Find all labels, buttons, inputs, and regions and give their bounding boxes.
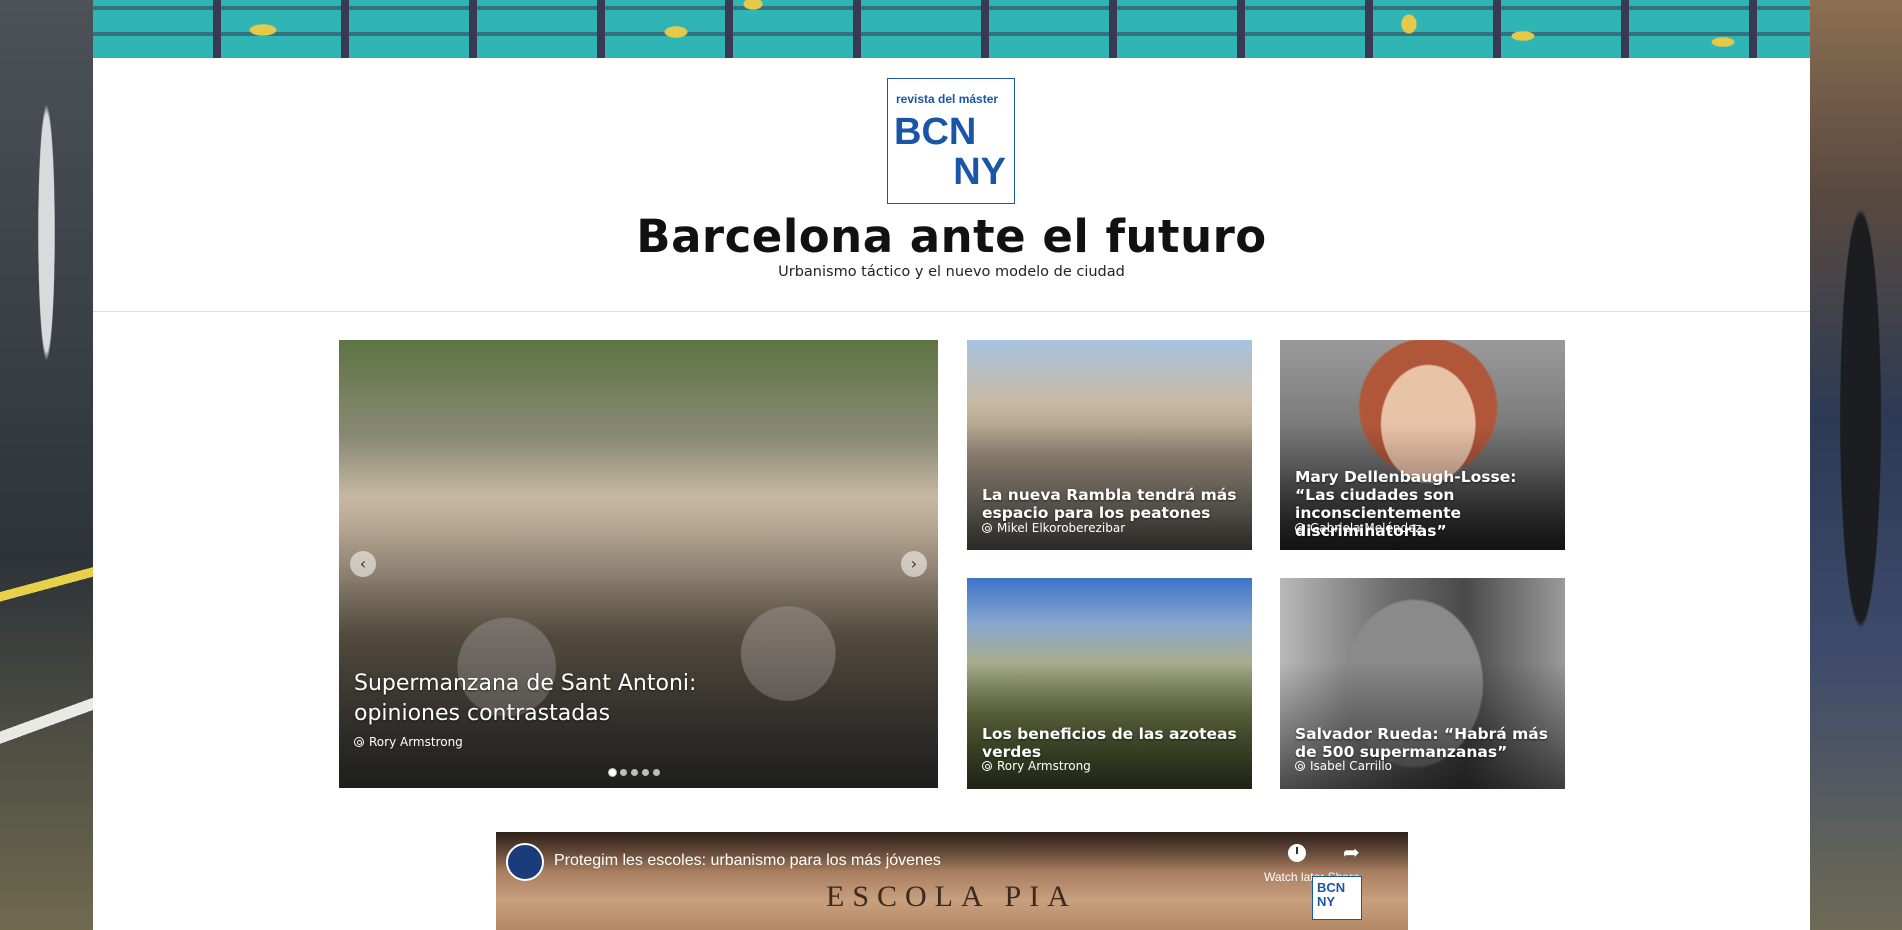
slider-dot[interactable] [609, 769, 616, 776]
article-card[interactable]: Los beneficios de las azoteas verdes Ror… [967, 578, 1252, 789]
site-logo[interactable]: revista del máster BCN NY [887, 78, 1015, 204]
author-name: Rory Armstrong [997, 759, 1091, 773]
user-circle-icon [982, 761, 992, 771]
background-photo-left [0, 0, 93, 930]
site-header: revista del máster BCN NY Barcelona ante… [93, 58, 1810, 312]
logo-line-ny: NY [953, 151, 1006, 193]
featured-slider[interactable]: ‹ › Supermanzana de Sant Antoni: opinion… [339, 340, 938, 788]
author-name: Gabriela Meléndez [1310, 521, 1422, 535]
share-icon[interactable]: ➦ [1343, 840, 1360, 864]
header-banner-image [93, 0, 1810, 58]
slider-dot[interactable] [653, 769, 660, 776]
video-watermark-logo: BCN NY [1312, 876, 1362, 920]
embedded-video[interactable]: Protegim les escoles: urbanismo para los… [496, 832, 1408, 930]
user-circle-icon [1295, 523, 1305, 533]
article-title[interactable]: La nueva Rambla tendrá más espacio para … [982, 486, 1238, 522]
site-subtitle: Urbanismo táctico y el nuevo modelo de c… [778, 264, 1125, 280]
slider-dot[interactable] [631, 769, 638, 776]
author-name: Isabel Carrillo [1310, 759, 1393, 773]
article-author[interactable]: Rory Armstrong [982, 759, 1091, 773]
chevron-right-icon[interactable]: › [901, 551, 927, 577]
background-photo-right [1810, 0, 1902, 930]
article-title[interactable]: Los beneficios de las azoteas verdes [982, 725, 1238, 761]
logo-tagline: revista del máster [896, 92, 999, 106]
article-card[interactable]: La nueva Rambla tendrá más espacio para … [967, 340, 1252, 550]
clock-icon[interactable] [1288, 844, 1306, 862]
user-circle-icon [354, 737, 364, 747]
slider-dot[interactable] [620, 769, 627, 776]
article-card[interactable]: Mary Dellenbaugh-Losse: “Las ciudades so… [1280, 340, 1565, 550]
video-title[interactable]: Protegim les escoles: urbanismo para los… [554, 852, 941, 870]
article-card[interactable]: Salvador Rueda: “Habrá más de 500 superm… [1280, 578, 1565, 789]
video-sign-text: ESCOLA PIA [826, 880, 1077, 913]
article-author[interactable]: Gabriela Meléndez [1295, 521, 1422, 535]
slider-pagination [609, 769, 660, 776]
user-circle-icon [982, 523, 992, 533]
slider-dot[interactable] [642, 769, 649, 776]
channel-avatar[interactable] [506, 843, 544, 881]
article-author[interactable]: Mikel Elkoroberezibar [982, 521, 1125, 535]
site-title[interactable]: Barcelona ante el futuro [93, 210, 1810, 263]
logo-line-bcn: BCN [894, 111, 977, 153]
article-title[interactable]: Salvador Rueda: “Habrá más de 500 superm… [1295, 725, 1551, 761]
article-author[interactable]: Isabel Carrillo [1295, 759, 1392, 773]
author-name: Rory Armstrong [369, 735, 463, 749]
author-name: Mikel Elkoroberezibar [997, 521, 1126, 535]
chevron-left-icon[interactable]: ‹ [350, 551, 376, 577]
featured-author[interactable]: Rory Armstrong [354, 735, 463, 749]
user-circle-icon [1295, 761, 1305, 771]
featured-title[interactable]: Supermanzana de Sant Antoni: opiniones c… [354, 669, 794, 729]
page-container: revista del máster BCN NY Barcelona ante… [93, 0, 1810, 930]
